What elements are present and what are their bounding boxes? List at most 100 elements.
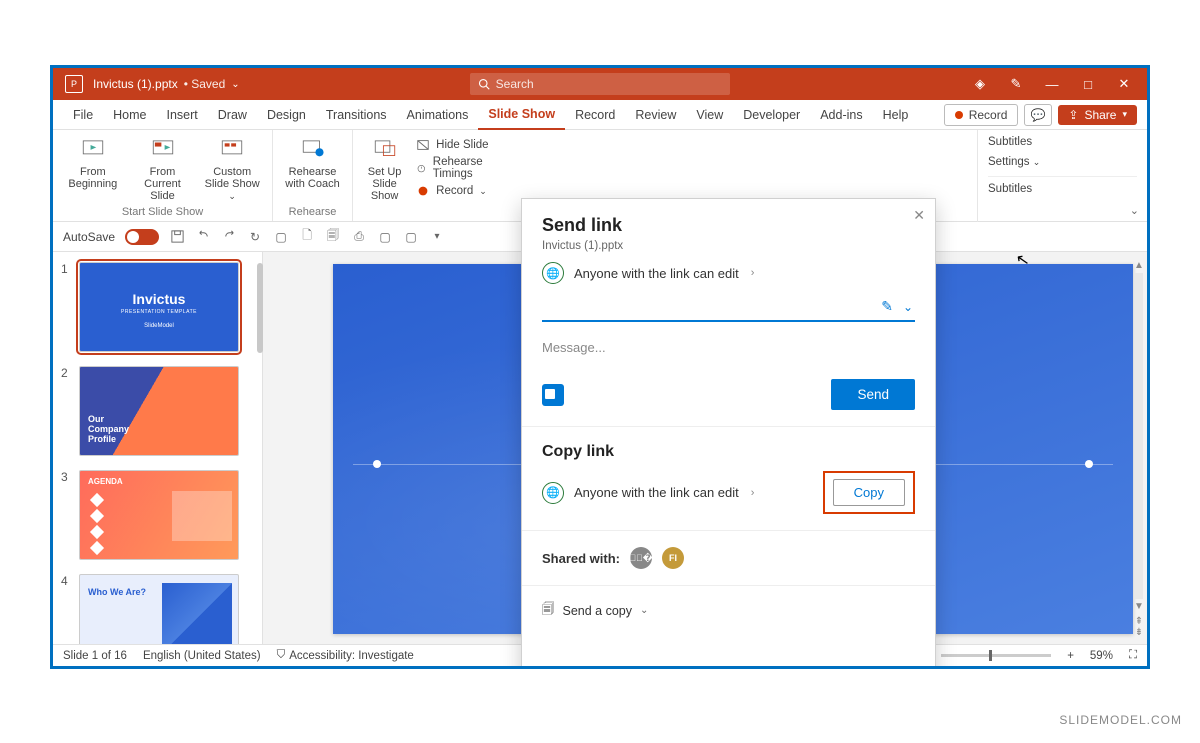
watermark: SLIDEMODEL.COM (1059, 713, 1182, 727)
undo-icon[interactable] (195, 229, 211, 245)
app-icon: P (65, 75, 83, 93)
globe-icon: 🌐 (542, 262, 564, 284)
thumb-number: 3 (61, 470, 73, 560)
copy-file-icon: 🗐 (542, 600, 555, 621)
send-button[interactable]: Send (831, 379, 915, 410)
send-link-title: Send link (542, 215, 915, 236)
tab-file[interactable]: File (63, 100, 103, 130)
record-button[interactable]: Record (944, 104, 1019, 126)
record-dot-icon (955, 111, 963, 119)
copy-link-settings-button[interactable]: 🌐 Anyone with the link can edit › (542, 482, 754, 504)
send-a-copy-button[interactable]: 🗐 Send a copy ⌄ (522, 586, 935, 635)
thumb-number: 1 (61, 262, 73, 352)
group-label-rehearse: Rehearse (283, 206, 342, 221)
accessibility-icon: ⛉ (277, 649, 286, 662)
close-icon[interactable]: ✕ (913, 207, 925, 224)
tab-help[interactable]: Help (873, 100, 919, 130)
tab-home[interactable]: Home (103, 100, 156, 130)
thumb-number: 4 (61, 574, 73, 644)
slide-thumbnails-panel: 1 Invictus PRESENTATION TEMPLATE SlideMo… (53, 252, 263, 644)
copy-button[interactable]: Copy (833, 479, 905, 506)
shared-with-row[interactable]: Shared with: �ུ� FI (542, 547, 915, 569)
qat-icon-2[interactable]: 🗋 (299, 229, 315, 245)
qat-more-icon[interactable]: ▾ (429, 229, 445, 245)
tab-animations[interactable]: Animations (397, 100, 479, 130)
save-status: • Saved (184, 77, 226, 91)
ribbon-right-partial: Subtitles Settings ⌄ Subtitles (977, 130, 1147, 222)
titlebar: P Invictus (1).pptx • Saved ⌄ Search ◈ ✎… (53, 68, 1147, 100)
tab-add-ins[interactable]: Add-ins (810, 100, 872, 130)
outlook-icon[interactable] (542, 384, 564, 406)
globe-icon: 🌐 (542, 482, 564, 504)
tab-transitions[interactable]: Transitions (316, 100, 397, 130)
thumb-number: 2 (61, 366, 73, 456)
zoom-slider[interactable] (941, 654, 1051, 657)
zoom-in-button[interactable]: + (1067, 650, 1074, 662)
from-beginning-button[interactable]: From Beginning (63, 134, 123, 202)
setup-slideshow-button[interactable]: Set Up Slide Show (363, 134, 406, 202)
vertical-scrollbar[interactable]: ▲▼ ⇞⇟ (1133, 260, 1145, 636)
tab-design[interactable]: Design (257, 100, 316, 130)
copy-link-title: Copy link (542, 443, 915, 461)
tab-draw[interactable]: Draw (208, 100, 257, 130)
qat-icon-4[interactable]: ⎙ (351, 229, 367, 245)
link-settings-button[interactable]: 🌐 Anyone with the link can edit › (542, 262, 915, 284)
custom-slide-show-button[interactable]: Custom Slide Show ⌄ (202, 134, 262, 202)
tab-developer[interactable]: Developer (733, 100, 810, 130)
autosave-toggle[interactable] (125, 229, 159, 245)
redo-icon[interactable] (221, 229, 237, 245)
title-chevron-icon[interactable]: ⌄ (231, 79, 239, 90)
collapse-ribbon-icon[interactable]: ⌄ (1130, 204, 1139, 217)
slide-thumbnail-1[interactable]: Invictus PRESENTATION TEMPLATE SlideMode… (79, 262, 239, 352)
maximize-button[interactable]: □ (1079, 77, 1097, 92)
slide-thumbnail-2[interactable]: Our Company Profile (79, 366, 239, 456)
ribbon-tabs: File Home Insert Draw Design Transitions… (53, 100, 1147, 130)
share-dialog: ✕ Send link Invictus (1).pptx 🌐 Anyone w… (521, 198, 936, 669)
qat-icon-6[interactable]: ▢ (403, 229, 419, 245)
share-icon: ⇪ (1068, 108, 1078, 122)
accessibility-status[interactable]: ⛉Accessibility: Investigate (277, 649, 414, 662)
chevron-down-icon[interactable]: ⌄ (903, 300, 913, 314)
zoom-level[interactable]: 59% (1090, 650, 1113, 662)
from-current-slide-button[interactable]: From Current Slide (133, 134, 193, 202)
doc-title: Invictus (1).pptx (93, 77, 178, 91)
message-input[interactable]: Message... (542, 340, 915, 355)
share-button[interactable]: ⇪Share▾ (1058, 105, 1137, 125)
slide-counter[interactable]: Slide 1 of 16 (63, 650, 127, 662)
slide-thumbnail-3[interactable]: AGENDA (79, 470, 239, 560)
repeat-icon[interactable]: ↻ (247, 229, 263, 245)
recipients-input[interactable]: ✎ ⌄ (542, 302, 915, 322)
qat-icon-5[interactable]: ▢ (377, 229, 393, 245)
qat-icon-1[interactable]: ▢ (273, 229, 289, 245)
avatar: FI (662, 547, 684, 569)
rehearse-timings-button[interactable]: Rehearse Timings (416, 156, 503, 180)
pencil-icon[interactable]: ✎ (881, 298, 893, 315)
copy-button-highlight: Copy (823, 471, 915, 514)
language-status[interactable]: English (United States) (143, 650, 261, 662)
tab-record[interactable]: Record (565, 100, 625, 130)
save-icon[interactable] (169, 229, 185, 245)
tab-insert[interactable]: Insert (157, 100, 208, 130)
comments-button[interactable]: 💬 (1024, 104, 1052, 126)
share-filename: Invictus (1).pptx (542, 240, 915, 252)
premium-icon[interactable]: ◈ (971, 76, 989, 92)
qat-icon-3[interactable]: 🗐 (325, 229, 341, 245)
search-placeholder: Search (496, 77, 534, 91)
record-dropdown-button[interactable]: Record ⌄ (416, 184, 503, 198)
search-icon (478, 78, 490, 90)
tab-slide-show[interactable]: Slide Show (478, 100, 565, 130)
fit-to-window-button[interactable]: ⛶ (1129, 649, 1137, 662)
pen-mode-icon[interactable]: ✎ (1007, 76, 1025, 92)
chevron-down-icon: ⌄ (640, 605, 648, 616)
thumbnails-scrollbar[interactable] (257, 263, 263, 353)
autosave-label: AutoSave (63, 230, 115, 244)
tab-review[interactable]: Review (625, 100, 686, 130)
rehearse-coach-button[interactable]: Rehearse with Coach (283, 134, 342, 190)
minimize-button[interactable]: — (1043, 77, 1061, 92)
chevron-right-icon: › (751, 267, 755, 279)
hide-slide-button[interactable]: Hide Slide (416, 138, 503, 152)
search-input[interactable]: Search (470, 73, 730, 95)
slide-thumbnail-4[interactable]: Who We Are? (79, 574, 239, 644)
tab-view[interactable]: View (686, 100, 733, 130)
close-button[interactable]: ✕ (1115, 76, 1133, 92)
